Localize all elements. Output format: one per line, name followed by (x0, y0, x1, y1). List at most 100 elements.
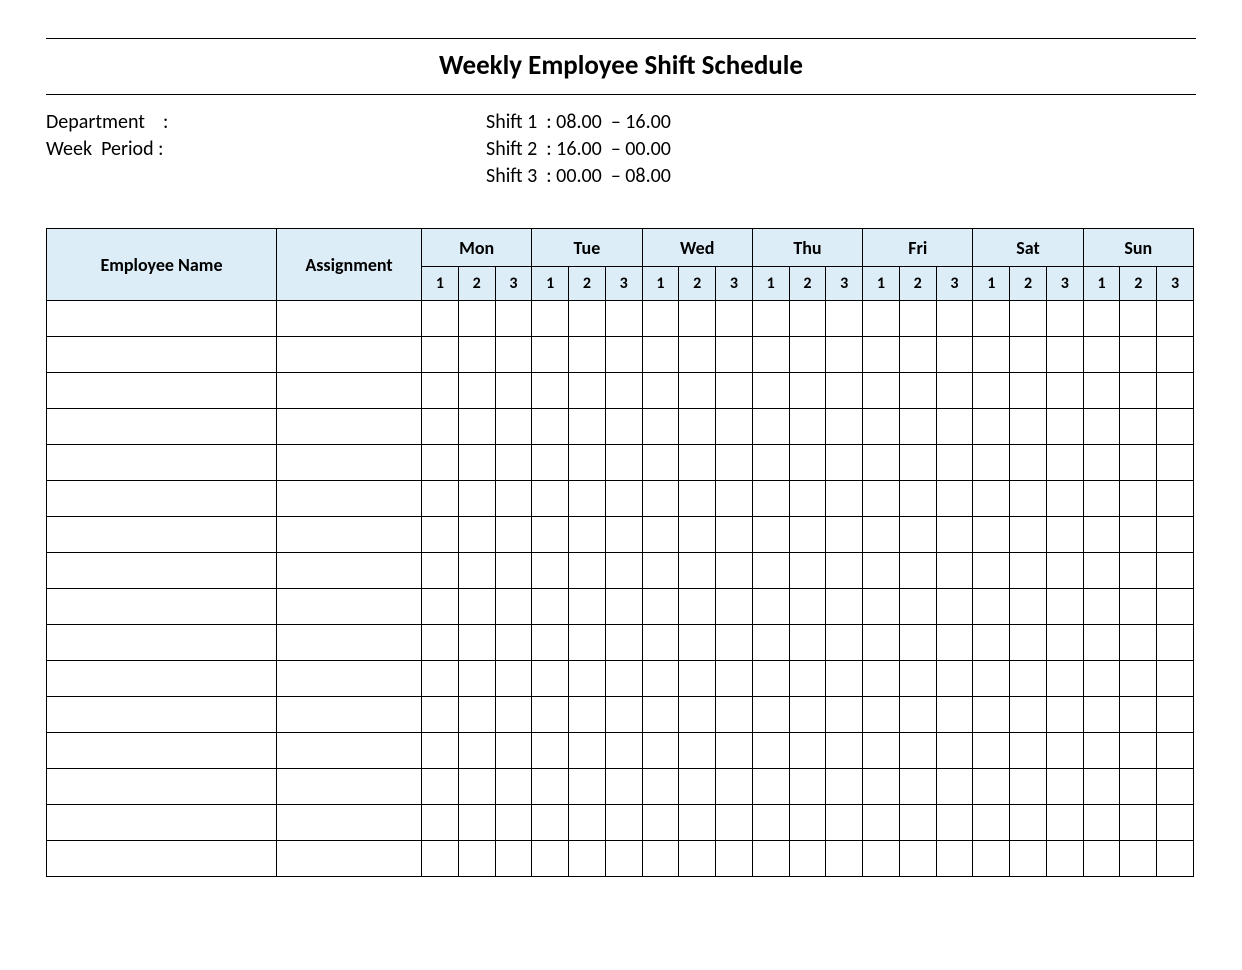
cell-shift[interactable] (422, 733, 459, 769)
cell-shift[interactable] (789, 517, 826, 553)
cell-shift[interactable] (863, 481, 900, 517)
cell-shift[interactable] (826, 805, 863, 841)
cell-shift[interactable] (863, 841, 900, 877)
cell-employee-name[interactable] (47, 409, 277, 445)
cell-shift[interactable] (1157, 661, 1194, 697)
cell-shift[interactable] (716, 769, 753, 805)
cell-shift[interactable] (789, 769, 826, 805)
cell-shift[interactable] (826, 409, 863, 445)
cell-shift[interactable] (789, 301, 826, 337)
cell-shift[interactable] (1046, 553, 1083, 589)
cell-shift[interactable] (826, 481, 863, 517)
cell-shift[interactable] (863, 517, 900, 553)
cell-employee-name[interactable] (47, 625, 277, 661)
cell-shift[interactable] (679, 517, 716, 553)
cell-shift[interactable] (1120, 733, 1157, 769)
cell-shift[interactable] (679, 589, 716, 625)
cell-shift[interactable] (1120, 625, 1157, 661)
cell-shift[interactable] (532, 481, 569, 517)
cell-shift[interactable] (458, 373, 495, 409)
cell-shift[interactable] (789, 697, 826, 733)
cell-shift[interactable] (899, 445, 936, 481)
cell-shift[interactable] (826, 661, 863, 697)
cell-employee-name[interactable] (47, 481, 277, 517)
cell-shift[interactable] (422, 841, 459, 877)
cell-shift[interactable] (1010, 517, 1047, 553)
cell-shift[interactable] (532, 301, 569, 337)
cell-shift[interactable] (532, 373, 569, 409)
cell-shift[interactable] (1157, 409, 1194, 445)
cell-shift[interactable] (532, 589, 569, 625)
cell-shift[interactable] (936, 661, 973, 697)
cell-shift[interactable] (716, 805, 753, 841)
cell-shift[interactable] (899, 805, 936, 841)
cell-shift[interactable] (605, 553, 642, 589)
cell-shift[interactable] (679, 373, 716, 409)
cell-shift[interactable] (826, 733, 863, 769)
cell-shift[interactable] (642, 517, 679, 553)
cell-shift[interactable] (1120, 373, 1157, 409)
cell-shift[interactable] (1120, 589, 1157, 625)
cell-shift[interactable] (1010, 769, 1047, 805)
cell-shift[interactable] (1010, 301, 1047, 337)
cell-shift[interactable] (605, 301, 642, 337)
cell-shift[interactable] (752, 589, 789, 625)
cell-shift[interactable] (642, 337, 679, 373)
cell-shift[interactable] (899, 481, 936, 517)
cell-shift[interactable] (458, 625, 495, 661)
cell-employee-name[interactable] (47, 769, 277, 805)
cell-shift[interactable] (789, 445, 826, 481)
cell-assignment[interactable] (277, 301, 422, 337)
cell-shift[interactable] (1083, 409, 1120, 445)
cell-shift[interactable] (789, 589, 826, 625)
cell-shift[interactable] (458, 769, 495, 805)
cell-shift[interactable] (1083, 769, 1120, 805)
cell-shift[interactable] (458, 733, 495, 769)
cell-shift[interactable] (532, 841, 569, 877)
cell-shift[interactable] (569, 841, 606, 877)
cell-assignment[interactable] (277, 589, 422, 625)
cell-shift[interactable] (752, 697, 789, 733)
cell-shift[interactable] (458, 589, 495, 625)
cell-shift[interactable] (973, 625, 1010, 661)
cell-shift[interactable] (716, 841, 753, 877)
cell-shift[interactable] (936, 589, 973, 625)
cell-shift[interactable] (899, 409, 936, 445)
cell-shift[interactable] (1157, 805, 1194, 841)
cell-shift[interactable] (1157, 301, 1194, 337)
cell-shift[interactable] (495, 553, 532, 589)
cell-shift[interactable] (826, 589, 863, 625)
cell-shift[interactable] (679, 481, 716, 517)
cell-shift[interactable] (1010, 589, 1047, 625)
cell-shift[interactable] (642, 841, 679, 877)
cell-assignment[interactable] (277, 733, 422, 769)
cell-shift[interactable] (1083, 625, 1120, 661)
cell-shift[interactable] (532, 337, 569, 373)
cell-shift[interactable] (495, 625, 532, 661)
cell-employee-name[interactable] (47, 373, 277, 409)
cell-shift[interactable] (422, 589, 459, 625)
cell-shift[interactable] (1010, 481, 1047, 517)
cell-shift[interactable] (458, 697, 495, 733)
cell-shift[interactable] (605, 373, 642, 409)
cell-shift[interactable] (495, 373, 532, 409)
cell-shift[interactable] (532, 733, 569, 769)
cell-shift[interactable] (863, 769, 900, 805)
cell-shift[interactable] (569, 589, 606, 625)
cell-shift[interactable] (679, 553, 716, 589)
cell-shift[interactable] (1157, 841, 1194, 877)
cell-shift[interactable] (789, 481, 826, 517)
cell-shift[interactable] (422, 697, 459, 733)
cell-shift[interactable] (752, 481, 789, 517)
cell-shift[interactable] (679, 625, 716, 661)
cell-shift[interactable] (422, 661, 459, 697)
cell-assignment[interactable] (277, 517, 422, 553)
cell-shift[interactable] (569, 697, 606, 733)
cell-assignment[interactable] (277, 769, 422, 805)
cell-shift[interactable] (826, 337, 863, 373)
cell-shift[interactable] (1083, 481, 1120, 517)
cell-assignment[interactable] (277, 697, 422, 733)
cell-shift[interactable] (716, 445, 753, 481)
cell-shift[interactable] (752, 769, 789, 805)
cell-shift[interactable] (422, 445, 459, 481)
